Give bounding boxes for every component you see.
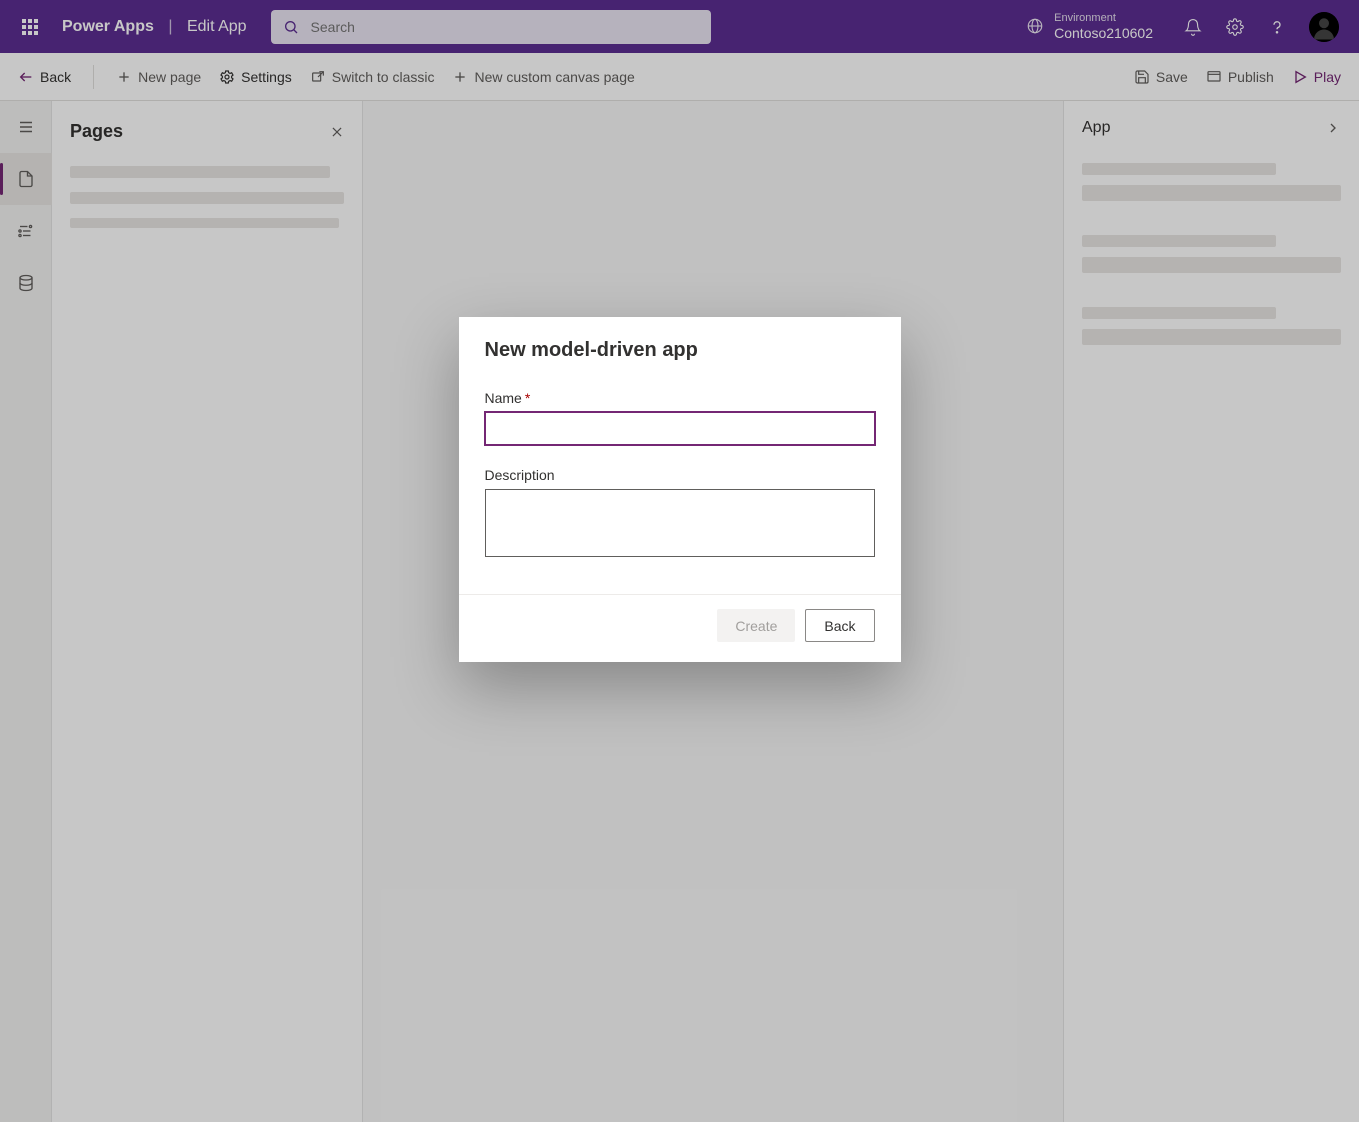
modal-overlay: New model-driven app Name* Description C… bbox=[0, 0, 1359, 1122]
dialog-title: New model-driven app bbox=[485, 339, 875, 362]
dialog-footer: Create Back bbox=[459, 594, 901, 662]
new-app-dialog: New model-driven app Name* Description C… bbox=[459, 317, 901, 662]
create-button[interactable]: Create bbox=[717, 609, 795, 642]
name-label: Name* bbox=[485, 390, 875, 406]
name-input[interactable] bbox=[485, 412, 875, 445]
required-marker: * bbox=[525, 390, 530, 406]
description-label: Description bbox=[485, 467, 875, 483]
dialog-back-button[interactable]: Back bbox=[805, 609, 874, 642]
description-input[interactable] bbox=[485, 489, 875, 557]
